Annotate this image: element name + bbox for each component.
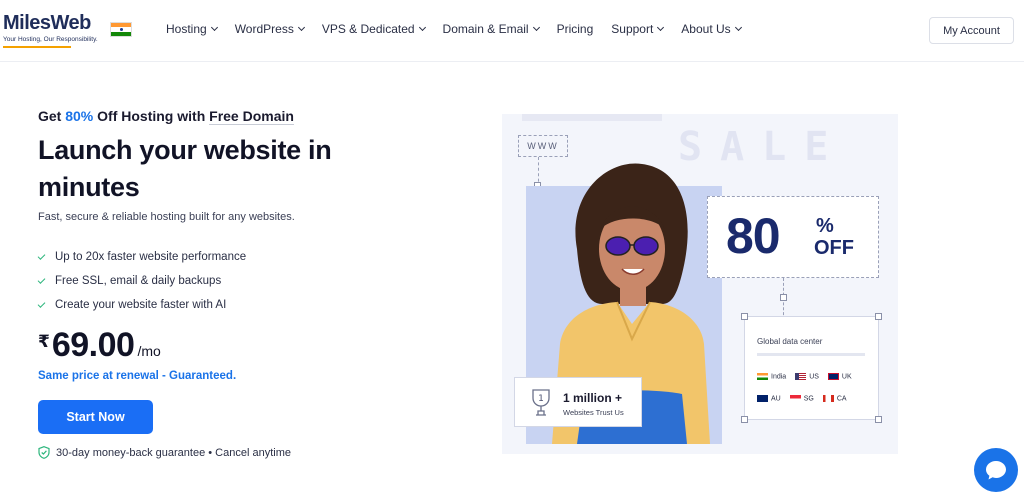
start-now-button[interactable]: Start Now (38, 400, 153, 434)
mileswebs-logo[interactable]: MilesWeb Your Hosting, Our Responsibilit… (3, 12, 123, 52)
check-icon (37, 299, 46, 308)
data-center-card: Global data center India US UK AU SG CA (744, 316, 879, 420)
country-uk: UK (827, 373, 852, 380)
decorative-bar (522, 114, 662, 121)
nav-hosting[interactable]: Hosting (166, 22, 218, 36)
promo-discount: 80% (65, 108, 94, 124)
feature-item: Create your website faster with AI (37, 293, 246, 317)
feature-item: Up to 20x faster website performance (37, 245, 246, 269)
price-display: ₹ 69.00 /mo (38, 326, 161, 365)
nav-about-us[interactable]: About Us (681, 22, 742, 36)
chevron-down-icon (418, 23, 426, 32)
data-center-row: India US UK (757, 373, 852, 380)
discount-off: OFF (814, 237, 854, 259)
my-account-button[interactable]: My Account (929, 17, 1014, 44)
discount-number: 80 (726, 208, 781, 264)
feature-item: Free SSL, email & daily backups (37, 269, 246, 293)
chevron-down-icon (532, 23, 540, 32)
renewal-note: Same price at renewal - Guaranteed. (38, 370, 237, 382)
chevron-down-icon (734, 23, 742, 32)
nav-domain-email[interactable]: Domain & Email (443, 22, 540, 36)
chevron-down-icon (297, 23, 305, 32)
chevron-down-icon (657, 23, 665, 32)
logo-underline (3, 46, 71, 48)
trust-badge-card: 1 1 million + Websites Trust Us (514, 377, 642, 427)
hero-title: Launch your website in minutes (38, 135, 332, 202)
nav-vps-dedicated[interactable]: VPS & Dedicated (322, 22, 426, 36)
data-center-title: Global data center (757, 337, 823, 346)
country-ca: CA (822, 395, 847, 402)
canada-flag-icon (822, 395, 834, 402)
india-flag-icon[interactable] (110, 22, 132, 37)
logo-wordmark: MilesWeb (3, 12, 91, 34)
nav-support[interactable]: Support (611, 22, 665, 36)
logo-tagline: Your Hosting, Our Responsibility. (3, 36, 98, 43)
nav-pricing[interactable]: Pricing (557, 22, 594, 36)
country-au: AU (757, 395, 781, 402)
chat-widget-button[interactable] (974, 448, 1018, 492)
nav-wordpress[interactable]: WordPress (235, 22, 305, 36)
price-currency: ₹ (38, 332, 50, 351)
australia-flag-icon (757, 395, 768, 402)
uk-flag-icon (827, 373, 839, 380)
data-center-row: AU SG CA (757, 395, 847, 402)
check-icon (37, 251, 46, 260)
chevron-down-icon (210, 23, 218, 32)
promo-free-domain: Free Domain (209, 108, 294, 125)
singapore-flag-icon (789, 395, 801, 402)
trust-caption: Websites Trust Us (563, 408, 624, 417)
feature-list: Up to 20x faster website performance Fre… (37, 245, 246, 317)
country-us: US (795, 373, 819, 380)
trophy-icon: 1 (532, 389, 550, 416)
trust-count: 1 million + (563, 391, 623, 405)
site-header: MilesWeb Your Hosting, Our Responsibilit… (0, 0, 1024, 62)
country-sg: SG (789, 395, 814, 402)
hero-subtitle: Fast, secure & reliable hosting built fo… (38, 211, 295, 223)
discount-card: 80 % OFF (707, 196, 879, 278)
hero-illustration: WWW SALE 80 % OFF Global data center Ind… (502, 114, 898, 454)
discount-percent: % (816, 215, 834, 237)
chat-bubble-icon (986, 461, 1006, 480)
us-flag-icon (795, 373, 807, 380)
svg-text:1: 1 (538, 394, 544, 404)
money-back-guarantee: 30-day money-back guarantee • Cancel any… (38, 446, 291, 459)
shield-check-icon (38, 446, 50, 459)
price-period: /mo (137, 343, 161, 359)
price-amount: 69.00 (51, 326, 135, 364)
country-india: India (757, 373, 786, 380)
india-flag-icon (757, 373, 768, 380)
promo-headline: Get 80% Off Hosting with Free Domain (38, 108, 294, 125)
check-icon (37, 275, 46, 284)
main-nav: Hosting WordPress VPS & Dedicated Domain… (166, 22, 759, 36)
